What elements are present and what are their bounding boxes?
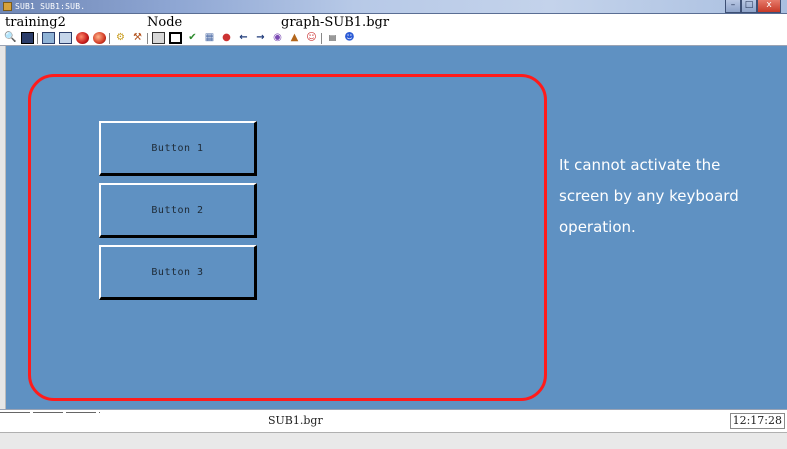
annotation-line-1: It cannot activate the (559, 156, 721, 174)
close-button[interactable]: x (757, 0, 781, 13)
monitor-up-icon[interactable] (42, 32, 55, 44)
red-ball-icon[interactable] (76, 32, 89, 44)
window-title: SUB1 SUB1:SUB. (15, 2, 86, 11)
crane-icon[interactable] (152, 32, 165, 44)
button-3[interactable]: Button 3 (99, 245, 257, 300)
button-1[interactable]: Button 1 (99, 121, 257, 176)
window-controls: – □ x (725, 0, 781, 13)
toolbar-separator (147, 33, 148, 44)
status-divider (0, 412, 100, 413)
project-name: training2 (5, 15, 66, 30)
toolbar: 🔍 ⚙ ⚒ ✔ ▦ ● ← → ◉ ▲ ☺ ▤ ☻ (0, 31, 787, 46)
red-ball-2-icon[interactable] (93, 32, 106, 44)
magnify-icon[interactable]: 🔍 (4, 32, 17, 44)
network-icon[interactable]: ▦ (203, 32, 216, 44)
save-icon[interactable] (21, 32, 34, 44)
annotation-text: It cannot activate the screen by any key… (559, 150, 787, 243)
graph-icon[interactable]: ▲ (288, 32, 301, 44)
status-clock: 12:17:28 (729, 413, 785, 429)
graph-filename: graph-SUB1.bgr (281, 15, 390, 30)
app-icon (3, 2, 12, 11)
palette-icon[interactable]: ● (220, 32, 233, 44)
maximize-button[interactable]: □ (741, 0, 757, 13)
bottom-bar (0, 432, 787, 449)
check-icon[interactable]: ✔ (186, 32, 199, 44)
figure-icon[interactable]: ☻ (343, 32, 356, 44)
title-bar: SUB1 SUB1:SUB. – □ x (0, 0, 787, 14)
tools-icon[interactable]: ⚒ (131, 32, 144, 44)
minimize-button[interactable]: – (725, 0, 741, 13)
toolbar-separator (37, 33, 38, 44)
person-icon[interactable]: ☺ (305, 32, 318, 44)
status-bar: SUB1.bgr 12:17:28 (0, 409, 787, 432)
node-label: Node (147, 15, 183, 30)
select-box-icon[interactable] (169, 32, 182, 44)
info-row: training2 Node graph-SUB1.bgr (0, 14, 787, 31)
status-filename: SUB1.bgr (268, 414, 323, 427)
toolbar-separator (109, 33, 110, 44)
graphic-screen: Button 1 Button 2 Button 3 It cannot act… (6, 46, 787, 409)
toolbar-separator (321, 33, 322, 44)
button-2[interactable]: Button 2 (99, 183, 257, 238)
arrow-right-icon[interactable]: → (254, 32, 267, 44)
globe-icon[interactable]: ◉ (271, 32, 284, 44)
calculator-icon[interactable]: ▤ (326, 32, 339, 44)
annotation-line-2: screen by any keyboard (559, 187, 739, 205)
arrow-left-icon[interactable]: ← (237, 32, 250, 44)
annotation-line-3: operation. (559, 218, 636, 236)
gear-lamp-icon[interactable]: ⚙ (114, 32, 127, 44)
chart-icon[interactable] (59, 32, 72, 44)
